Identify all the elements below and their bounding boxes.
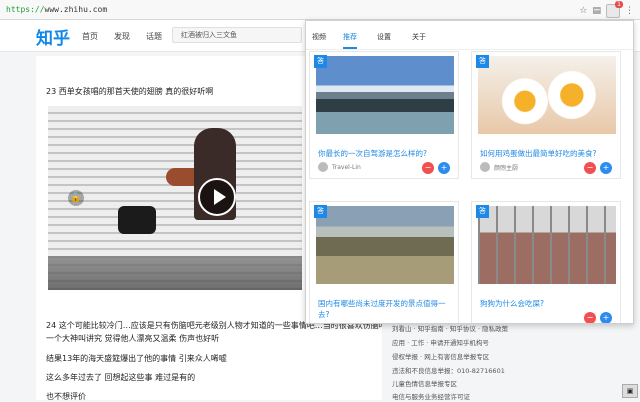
more-icon[interactable]: ⋮ — [625, 6, 634, 16]
footer-link[interactable]: 应用 · 工作 · 申请开通知乎机构号 — [392, 337, 489, 347]
star-icon[interactable]: ☆ — [579, 6, 587, 16]
tab-video[interactable]: 视频 — [312, 32, 326, 42]
card-actions: − + — [584, 162, 612, 174]
dislike-button[interactable]: − — [584, 312, 596, 323]
recommend-card[interactable]: 答 狗狗为什么会吃屎? − + — [471, 201, 621, 323]
card-image — [316, 206, 454, 284]
card-image — [316, 56, 454, 134]
footer-link[interactable]: 儿童色情信息举报专区 — [392, 378, 457, 388]
tab-settings[interactable]: 设置 — [377, 32, 391, 42]
nav-topics[interactable]: 话题 — [146, 31, 162, 42]
answer-line: 结果13年的海天盛筵爆出了他的事情 引来众人唏嘘 — [46, 354, 227, 363]
avatar — [480, 162, 490, 172]
tab-recommend[interactable]: 推荐 — [343, 32, 357, 49]
play-icon[interactable] — [198, 178, 236, 216]
url-protocol: https:// — [6, 5, 45, 14]
dislike-button[interactable]: − — [584, 162, 596, 174]
browser-toolbar: ☆ ▤ 1 ⋮ — [579, 1, 634, 18]
browser-address-bar: https://www.zhihu.com ☆ ▤ 1 ⋮ — [0, 0, 640, 20]
recommend-card[interactable]: 答 你最长的一次自驾游是怎么样的? Travel-Lin − + — [309, 51, 459, 179]
answer-line: 这么多年过去了 回想起这些事 难过是有的 — [46, 373, 196, 382]
bag-image — [118, 206, 156, 234]
answer-tag: 答 — [476, 205, 489, 218]
nav-home[interactable]: 首页 — [82, 31, 98, 42]
answer-line: 一个大神叫讲究 觉得他人漂亮又温柔 伤声也好听 — [46, 334, 220, 343]
dislike-button[interactable]: − — [422, 162, 434, 174]
extension-badge: 1 — [615, 1, 623, 8]
answer-tag: 答 — [314, 205, 327, 218]
url-domain: www.zhihu.com — [44, 5, 108, 14]
footer-link[interactable]: 侵权举报 · 网上有害信息举报专区 — [392, 351, 489, 361]
top-nav: 首页 发现 话题 — [82, 31, 162, 42]
tab-about[interactable]: 关于 — [412, 32, 426, 42]
recommend-card[interactable]: 答 如何用鸡蛋做出最简单好吃的美食? 颜煦主厨 − + — [471, 51, 621, 179]
answer-line-23: 23 西单女孩唱的那首天使的翅膀 真的很好听啊 — [46, 87, 214, 96]
card-image — [478, 56, 616, 134]
author-name: 颜煦主厨 — [494, 164, 519, 172]
footer-link[interactable]: 刘看山 · 知乎指南 · 知乎协议 · 隐私政策 — [392, 323, 508, 333]
answer-line: 也不想评价 — [46, 392, 86, 401]
card-actions: − + — [422, 162, 450, 174]
card-actions: − + — [584, 312, 612, 323]
answer-tag: 答 — [476, 55, 489, 68]
search-input[interactable]: 红酒被归入三文鱼 — [172, 27, 302, 43]
extension-icon[interactable]: 1 — [606, 1, 623, 18]
card-title[interactable]: 如何用鸡蛋做出最简单好吃的美食? — [480, 148, 616, 159]
card-author: Travel-Lin — [318, 162, 361, 172]
avatar — [318, 162, 328, 172]
card-author: 颜煦主厨 — [480, 162, 518, 172]
card-image — [478, 206, 616, 284]
zhihu-logo[interactable]: 知乎 — [36, 24, 70, 49]
card-title[interactable]: 国内有哪些尚未过度开发的景点值得一去? — [318, 298, 454, 320]
recommend-card[interactable]: 答 国内有哪些尚未过度开发的景点值得一去? — [309, 201, 459, 323]
extension-popup: 视频 推荐 设置 关于 答 你最长的一次自驾游是怎么样的? Travel-Lin… — [305, 20, 634, 324]
popup-tabs: 视频 推荐 设置 关于 — [306, 21, 633, 50]
card-title[interactable]: 狗狗为什么会吃屎? — [480, 298, 616, 309]
menu-icon[interactable]: ▤ — [592, 6, 601, 16]
corner-app-icon[interactable]: ▣ — [622, 384, 638, 398]
nav-discover[interactable]: 发现 — [114, 31, 130, 42]
lock-icon[interactable]: 🔒 — [68, 190, 84, 206]
footer-link[interactable]: 违法和不良信息举报：010-82716601 — [392, 365, 505, 375]
like-button[interactable]: + — [438, 162, 450, 174]
answer-tag: 答 — [314, 55, 327, 68]
video-player[interactable]: 🔒 — [48, 106, 302, 290]
video-floor — [48, 256, 302, 290]
card-title[interactable]: 你最长的一次自驾游是怎么样的? — [318, 148, 454, 159]
author-name: Travel-Lin — [332, 163, 361, 171]
like-button[interactable]: + — [600, 312, 612, 323]
like-button[interactable]: + — [600, 162, 612, 174]
url-field[interactable]: https://www.zhihu.com — [6, 5, 107, 14]
